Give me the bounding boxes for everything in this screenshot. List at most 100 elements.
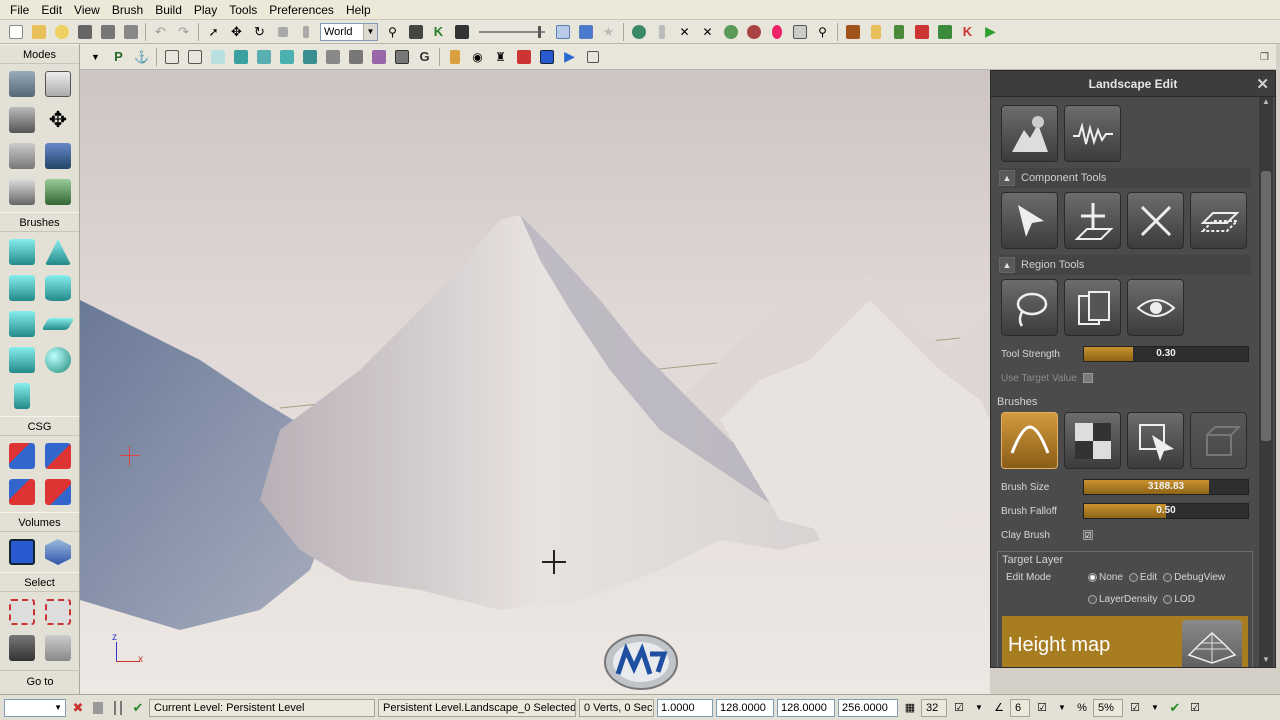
unlit-icon[interactable]: [207, 47, 228, 67]
scale-icon[interactable]: [272, 22, 293, 42]
build-lighting-icon[interactable]: [651, 22, 672, 42]
game-view-icon[interactable]: [391, 47, 412, 67]
heightmap-layer-item[interactable]: Height map: [1002, 616, 1248, 667]
chevron-down-icon[interactable]: ▼: [970, 699, 988, 717]
select-arrow-icon[interactable]: ➚: [203, 22, 224, 42]
terrain-mode-icon[interactable]: [4, 102, 40, 138]
panel-scrollbar[interactable]: ▲ ▼: [1259, 97, 1273, 667]
screen-icon[interactable]: [789, 22, 810, 42]
star-icon[interactable]: ★: [598, 22, 619, 42]
tool-strength-slider[interactable]: 0.30: [1083, 346, 1249, 362]
reflections-icon[interactable]: [368, 47, 389, 67]
play-in-editor-icon[interactable]: ▶: [980, 22, 1001, 42]
region-select-tile[interactable]: [1001, 279, 1058, 336]
perspective-icon[interactable]: P: [108, 47, 129, 67]
shader-complexity-icon[interactable]: [322, 47, 343, 67]
volume-shape-icon[interactable]: [40, 534, 76, 570]
level-dropdown[interactable]: ▼: [4, 698, 66, 717]
save-level-icon[interactable]: [120, 22, 141, 42]
level-check-icon[interactable]: ✔: [129, 699, 147, 717]
angle-value-field[interactable]: 6: [1010, 698, 1030, 717]
script-icon[interactable]: [865, 22, 886, 42]
kismet-k-icon[interactable]: K: [957, 22, 978, 42]
camera-speed-slider[interactable]: [477, 23, 547, 41]
x-field[interactable]: 128.0000: [716, 698, 774, 717]
menu-tools[interactable]: Tools: [223, 0, 263, 20]
y-field[interactable]: 128.0000: [777, 698, 835, 717]
use-target-value-checkbox[interactable]: [1083, 373, 1093, 383]
clay-brush-checkbox[interactable]: ☑: [1083, 530, 1093, 540]
splitter-icon[interactable]: [109, 699, 127, 717]
menu-view[interactable]: View: [68, 0, 106, 20]
csg-deintersect-icon[interactable]: [40, 474, 76, 510]
wireframe-icon[interactable]: [184, 47, 205, 67]
geometry-mode-icon[interactable]: [40, 66, 76, 102]
lighting-tool-icon[interactable]: [743, 22, 764, 42]
menu-help[interactable]: Help: [340, 0, 377, 20]
add-volume-icon[interactable]: [4, 534, 40, 570]
scrollbar-thumb[interactable]: [1261, 171, 1271, 441]
stop-icon[interactable]: [536, 47, 557, 67]
save-all-icon[interactable]: [97, 22, 118, 42]
grid-toggle-check-icon[interactable]: ☑: [950, 699, 968, 717]
edit-mode-none-radio[interactable]: None: [1088, 572, 1123, 583]
cube-brush-icon[interactable]: [4, 234, 40, 270]
new-file-icon[interactable]: [5, 22, 26, 42]
menu-file[interactable]: File: [4, 0, 35, 20]
percent-icon[interactable]: %: [1073, 699, 1091, 717]
mesh-paint-icon[interactable]: [40, 138, 76, 174]
search-icon[interactable]: ⚲: [812, 22, 833, 42]
restore-icon[interactable]: ❐: [1260, 52, 1269, 63]
undo-icon[interactable]: ↶: [150, 22, 171, 42]
sphere-brush-icon[interactable]: [40, 342, 76, 378]
erosion-tool-tile[interactable]: [1001, 105, 1058, 162]
grid-value-field[interactable]: 32: [921, 698, 947, 717]
redo-icon[interactable]: ↷: [173, 22, 194, 42]
lock-viewport-icon[interactable]: ⚓: [131, 47, 152, 67]
scale-nonuniform-icon[interactable]: [295, 22, 316, 42]
coord-system-select[interactable]: World ▼: [320, 22, 378, 41]
brush-wireframe-icon[interactable]: [161, 47, 182, 67]
show-all-icon[interactable]: [40, 630, 76, 666]
alpha-brush-tile[interactable]: [1064, 412, 1121, 469]
content-browser-icon[interactable]: [842, 22, 863, 42]
sheet-brush-icon[interactable]: [40, 306, 76, 342]
drag-grid-field[interactable]: 1.0000: [657, 698, 713, 717]
build-geometry-icon[interactable]: [628, 22, 649, 42]
csg-intersect-icon[interactable]: [4, 474, 40, 510]
scale-toggle-check-icon[interactable]: ☑: [1126, 699, 1144, 717]
menu-preferences[interactable]: Preferences: [263, 0, 340, 20]
autosave-icon[interactable]: ✔: [1166, 699, 1184, 717]
csg-subtract-icon[interactable]: [40, 438, 76, 474]
kismet-icon[interactable]: K: [428, 22, 449, 42]
angle-toggle-check-icon[interactable]: ☑: [1033, 699, 1051, 717]
collapse-icon[interactable]: ▲: [999, 170, 1015, 186]
matinee-icon[interactable]: [405, 22, 426, 42]
z-field[interactable]: 256.0000: [838, 698, 898, 717]
component-brush-tile[interactable]: [1127, 412, 1184, 469]
brush-size-slider[interactable]: 3188.83: [1083, 479, 1249, 495]
monitor-icon[interactable]: [934, 22, 955, 42]
edit-mode-debugview-radio[interactable]: DebugView: [1163, 572, 1225, 583]
collapse-icon[interactable]: ▲: [999, 257, 1015, 273]
curved-stair-brush-icon[interactable]: [4, 306, 40, 342]
menu-play[interactable]: Play: [188, 0, 223, 20]
gizmo-brush-tile[interactable]: [1190, 412, 1247, 469]
build-paths-icon[interactable]: ✕: [674, 22, 695, 42]
options-check-icon[interactable]: ☑: [1186, 699, 1204, 717]
edit-mode-lod-radio[interactable]: LOD: [1163, 594, 1195, 605]
cylinder-brush-icon[interactable]: [40, 270, 76, 306]
matinee-preview-icon[interactable]: ♜: [490, 47, 511, 67]
landscape-mode-icon[interactable]: [4, 174, 40, 210]
scale-percent-field[interactable]: 5%: [1093, 698, 1123, 717]
perspective-viewport[interactable]: z x: [80, 70, 990, 694]
maximize-viewport-icon[interactable]: [582, 47, 603, 67]
viewport-options-icon[interactable]: ▼: [85, 47, 106, 67]
close-icon[interactable]: ✕: [1256, 75, 1269, 93]
package-icon[interactable]: [888, 22, 909, 42]
csg-add-icon[interactable]: [4, 438, 40, 474]
lamp-icon[interactable]: [89, 699, 107, 717]
viewport-realtime-icon[interactable]: [552, 22, 573, 42]
texture-density-icon[interactable]: [299, 47, 320, 67]
rotate-icon[interactable]: ↻: [249, 22, 270, 42]
